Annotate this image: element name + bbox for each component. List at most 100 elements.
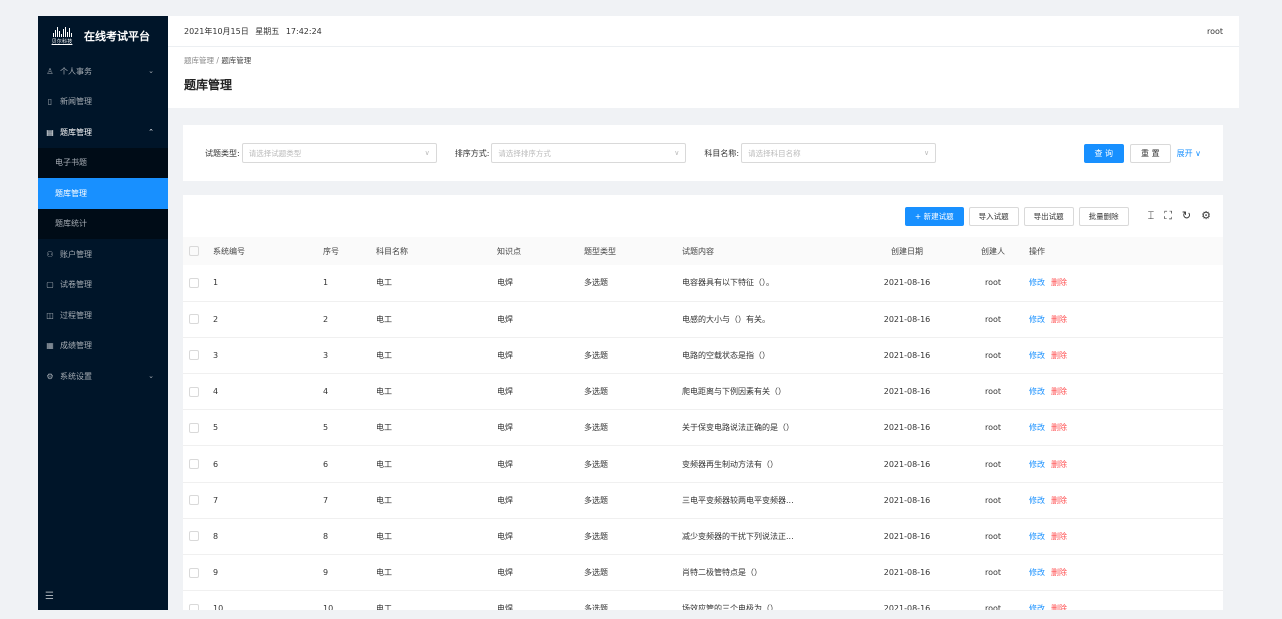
settings-icon: ⚙ xyxy=(46,371,54,381)
paper-icon: ▢ xyxy=(46,280,54,290)
edit-link[interactable]: 修改 xyxy=(1029,496,1045,505)
row-checkbox[interactable] xyxy=(189,495,199,506)
sidebar-item-label: 题库管理 xyxy=(60,127,92,137)
col-header[interactable]: 科目名称 xyxy=(370,237,491,265)
delete-link[interactable]: 删除 xyxy=(1051,532,1067,541)
chevron-down-icon: ∨ xyxy=(923,149,930,157)
delete-link[interactable]: 删除 xyxy=(1051,278,1067,287)
edit-link[interactable]: 修改 xyxy=(1029,423,1045,432)
sidebar-item-scores[interactable]: ▦ 成绩管理 xyxy=(38,331,168,362)
sort-select[interactable]: 请选择排序方式 ∨ xyxy=(491,143,687,163)
row-checkbox[interactable] xyxy=(189,277,199,288)
cell-point: 电焊 xyxy=(497,568,513,578)
sidebar-item-label: 电子书题 xyxy=(55,158,87,168)
edit-link[interactable]: 修改 xyxy=(1029,532,1045,541)
sidebar-item-question-bank[interactable]: ▤ 题库管理 ⌃ xyxy=(38,117,168,148)
subject-select[interactable]: 请选择科目名称 ∨ xyxy=(741,143,937,163)
new-question-button[interactable]: + 新建试题 xyxy=(904,206,964,226)
breadcrumb-parent[interactable]: 题库管理 xyxy=(184,56,214,65)
col-header[interactable]: 序号 xyxy=(317,237,370,265)
cell-subject: 电工 xyxy=(376,423,392,433)
edit-link[interactable]: 修改 xyxy=(1029,315,1045,324)
sidebar-item-process[interactable]: ◫ 过程管理 xyxy=(38,300,168,331)
row-checkbox[interactable] xyxy=(189,459,199,470)
batch-delete-button[interactable]: 批量删除 xyxy=(1078,206,1129,226)
filter-sort: 排序方式: 请选择排序方式 ∨ xyxy=(455,143,687,163)
delete-link[interactable]: 删除 xyxy=(1051,351,1067,360)
sidebar-item-papers[interactable]: ▢ 试卷管理 xyxy=(38,270,168,301)
sidebar: 贝尔科技 在线考试平台 ♙ 个人事务 ⌄ ▯ 新闻管理 ▤ 题库管理 ⌃ 电子书… xyxy=(38,16,168,610)
cell-type xyxy=(578,301,676,337)
col-header[interactable]: 试题内容 xyxy=(676,237,851,265)
sidebar-item-personal[interactable]: ♙ 个人事务 ⌄ xyxy=(38,56,168,87)
expand-link[interactable]: 展开 ∨ xyxy=(1177,148,1201,159)
select-all-checkbox[interactable] xyxy=(189,246,199,256)
reset-button[interactable]: 重 置 xyxy=(1130,143,1171,163)
col-header[interactable]: 创建日期 xyxy=(851,237,963,265)
menu-collapse-icon[interactable]: ☰ xyxy=(45,591,54,602)
column-height-icon[interactable]: ⌶ xyxy=(1148,209,1155,223)
reload-icon[interactable]: ↻ xyxy=(1182,209,1191,223)
fullscreen-icon[interactable]: ⛶ xyxy=(1164,209,1172,223)
app-window: 贝尔科技 在线考试平台 ♙ 个人事务 ⌄ ▯ 新闻管理 ▤ 题库管理 ⌃ 电子书… xyxy=(38,16,1239,610)
sidebar-item-label: 系统设置 xyxy=(60,371,92,381)
page-header: 题库管理 / 题库管理 题库管理 xyxy=(168,47,1239,108)
import-button[interactable]: 导入试题 xyxy=(968,206,1019,226)
delete-link[interactable]: 删除 xyxy=(1051,604,1067,610)
cell-creator: root xyxy=(984,278,1002,288)
delete-link[interactable]: 删除 xyxy=(1051,423,1067,432)
row-checkbox[interactable] xyxy=(189,350,199,361)
sidebar-item-accounts[interactable]: ⚇ 账户管理 xyxy=(38,239,168,270)
cell-seq: 4 xyxy=(323,387,329,397)
sidebar-item-news[interactable]: ▯ 新闻管理 xyxy=(38,87,168,118)
edit-link[interactable]: 修改 xyxy=(1029,460,1045,469)
col-header[interactable]: 题型类型 xyxy=(578,237,676,265)
cell-date: 2021-08-16 xyxy=(883,387,931,397)
cell-subject: 电工 xyxy=(376,387,392,397)
row-checkbox[interactable] xyxy=(189,386,199,397)
cell-seq: 6 xyxy=(323,459,329,469)
edit-link[interactable]: 修改 xyxy=(1029,351,1045,360)
question-type-select[interactable]: 请选择试题类型 ∨ xyxy=(241,143,437,163)
delete-link[interactable]: 删除 xyxy=(1051,387,1067,396)
delete-link[interactable]: 删除 xyxy=(1051,315,1067,324)
edit-link[interactable]: 修改 xyxy=(1029,568,1045,577)
edit-link[interactable]: 修改 xyxy=(1029,278,1045,287)
sidebar-item-settings[interactable]: ⚙ 系统设置 ⌄ xyxy=(38,361,168,392)
query-button[interactable]: 查 询 xyxy=(1083,143,1125,163)
export-button[interactable]: 导出试题 xyxy=(1023,206,1074,226)
chevron-down-icon: ⌄ xyxy=(148,372,154,381)
cell-creator: root xyxy=(984,568,1002,578)
delete-link[interactable]: 删除 xyxy=(1051,496,1067,505)
datetime: 2021年10月15日 星期五 17:42:24 xyxy=(184,26,326,37)
edit-link[interactable]: 修改 xyxy=(1029,604,1045,610)
col-header[interactable]: 系统编号 xyxy=(207,237,317,265)
row-checkbox[interactable] xyxy=(189,567,199,578)
col-header[interactable]: 知识点 xyxy=(491,237,578,265)
cell-seq: 7 xyxy=(323,495,329,505)
row-checkbox[interactable] xyxy=(189,422,199,433)
delete-link[interactable]: 删除 xyxy=(1051,568,1067,577)
user-menu[interactable]: root xyxy=(1207,27,1223,36)
cell-actions: 修改 删除 xyxy=(1023,518,1223,554)
sidebar-subitem-bank-manage[interactable]: 题库管理 xyxy=(38,178,168,209)
cell-type: 多选题 xyxy=(584,350,608,360)
chevron-down-icon: ⌄ xyxy=(148,67,154,76)
delete-link[interactable]: 删除 xyxy=(1051,460,1067,469)
cell-actions: 修改 删除 xyxy=(1023,446,1223,482)
logo-icon: 贝尔科技 xyxy=(46,25,78,47)
cell-creator: root xyxy=(984,350,1002,360)
row-checkbox[interactable] xyxy=(189,603,199,610)
settings-icon[interactable]: ⚙ xyxy=(1201,209,1211,223)
col-header[interactable]: 创建人 xyxy=(963,237,1023,265)
row-select-cell xyxy=(183,265,207,301)
cell-seq: 3 xyxy=(323,350,329,360)
breadcrumb: 题库管理 / 题库管理 xyxy=(184,55,1223,66)
row-checkbox[interactable] xyxy=(189,314,199,325)
row-checkbox[interactable] xyxy=(189,531,199,542)
sidebar-subitem-ebook[interactable]: 电子书题 xyxy=(38,148,168,179)
edit-link[interactable]: 修改 xyxy=(1029,387,1045,396)
col-header: 操作 xyxy=(1029,246,1045,256)
sidebar-subitem-bank-stats[interactable]: 题库统计 xyxy=(38,209,168,240)
row-select-cell xyxy=(183,337,207,373)
